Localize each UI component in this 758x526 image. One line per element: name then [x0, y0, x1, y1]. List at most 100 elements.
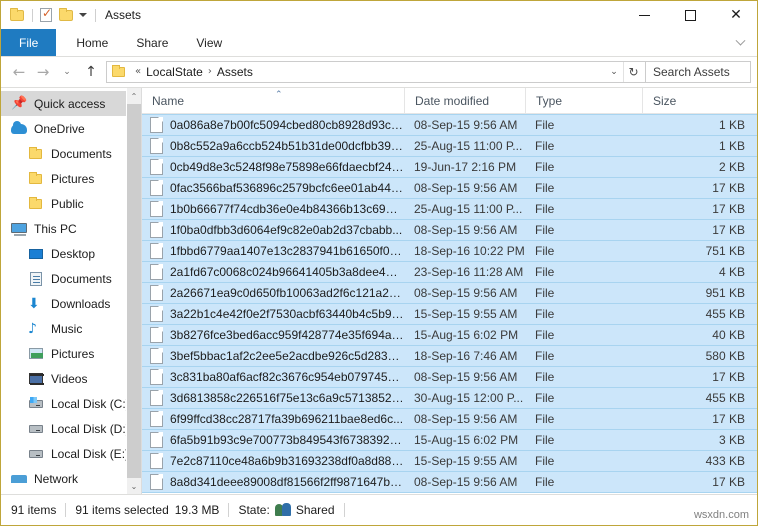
qat-divider	[32, 8, 33, 22]
breadcrumb-item-assets[interactable]: Assets	[217, 65, 253, 79]
tab-share[interactable]: Share	[122, 29, 182, 56]
close-button[interactable]: ✕	[713, 1, 757, 29]
breadcrumb-item-localstate[interactable]: LocalState	[146, 65, 203, 79]
nav-scroll-up-icon[interactable]: ⌃	[127, 88, 141, 104]
breadcrumb-overflow-icon[interactable]: «	[130, 66, 146, 77]
cell-size: 433 KB	[705, 454, 745, 468]
table-row[interactable]: 3a22b1c4e42f0e2f7530acbf63440b4c5b97... 1…	[142, 303, 757, 325]
sidebar-item-local-disk-d[interactable]: Local Disk (D:)	[1, 416, 141, 441]
table-row[interactable]: 8a8d341deee89008df81566f2ff9871647bd... 0…	[142, 471, 757, 493]
sidebar-item-videos[interactable]: Videos	[1, 366, 141, 391]
up-button[interactable]: ↑	[79, 60, 103, 84]
sidebar-item-documents[interactable]: Documents	[1, 266, 141, 291]
sidebar-item-label: Documents	[51, 146, 112, 161]
nav-scroll-down-icon[interactable]: ⌄	[127, 478, 141, 494]
sidebar-item-quick-access[interactable]: 📌 Quick access	[1, 91, 141, 116]
sidebar-item-public[interactable]: Public	[1, 191, 141, 216]
file-name: 0a086a8e7b00fc5094cbed80cb8928d93ca...	[170, 118, 404, 132]
recent-locations-button[interactable]: ⌄	[55, 60, 79, 84]
table-row[interactable]: 3c831ba80af6acf82c3676c954eb07974543... 0…	[142, 366, 757, 388]
cell-name: 0b8c552a9a6ccb524b51b31de00dcfbb394...	[142, 135, 404, 157]
desktop-icon	[28, 246, 45, 262]
sidebar-item-desktop[interactable]: Desktop	[1, 241, 141, 266]
folder-icon[interactable]	[8, 6, 26, 24]
navigation-scrollbar[interactable]: ⌃ ⌄	[126, 88, 141, 494]
table-row[interactable]: 7e2c87110ce48a6b9b31693238df0a8d884... 15…	[142, 450, 757, 472]
cell-size: 2 KB	[718, 160, 745, 174]
column-header-date-modified[interactable]: Date modified	[404, 88, 525, 114]
status-divider-3	[343, 503, 345, 517]
cell-date-modified: 18-Sep-16 7:46 AM	[414, 349, 518, 363]
cell-date-modified: 15-Aug-15 6:02 PM	[414, 328, 519, 342]
table-row[interactable]: 1b0b66677f74cdb36e0e4b84366b13c696b... 25…	[142, 198, 757, 220]
back-button[interactable]: ←	[7, 60, 31, 84]
table-row[interactable]: 0cb49d8e3c5248f98e75898e66fdaecbf247... 1…	[142, 156, 757, 178]
breadcrumb[interactable]: « LocalState › Assets ⌄ ↻	[106, 60, 646, 83]
sidebar-item-label: Pictures	[51, 171, 95, 186]
sidebar-item-label: OneDrive	[34, 121, 85, 136]
file-icon	[150, 243, 163, 259]
tab-view[interactable]: View	[182, 29, 236, 56]
table-row[interactable]: 0fac3566baf536896c2579bcfc6ee01ab443... 0…	[142, 177, 757, 199]
cell-date-modified: 25-Aug-15 11:00 P...	[414, 139, 523, 153]
tab-file[interactable]: File	[1, 29, 57, 56]
system-disk-icon	[28, 396, 45, 412]
breadcrumb-separator-icon[interactable]: ›	[203, 66, 217, 77]
cell-date-modified: 19-Jun-17 2:16 PM	[414, 160, 517, 174]
cell-type: File	[535, 454, 555, 468]
cell-size: 580 KB	[705, 349, 745, 363]
table-row[interactable]: 0b8c552a9a6ccb524b51b31de00dcfbb394... 25…	[142, 135, 757, 157]
column-header-size[interactable]: Size	[642, 88, 757, 114]
sidebar-item-downloads[interactable]: ⬇ Downloads	[1, 291, 141, 316]
table-row[interactable]: 0a086a8e7b00fc5094cbed80cb8928d93ca... 08…	[142, 114, 757, 136]
nav-scroll-thumb[interactable]	[127, 104, 141, 488]
status-bar: 91 items 91 items selected 19.3 MB State…	[1, 494, 757, 525]
table-row[interactable]: 2a26671ea9c0d650fb10063ad2f6c121a22d... 0…	[142, 282, 757, 304]
sidebar-item-pictures[interactable]: Pictures	[1, 166, 141, 191]
file-name: 3b8276fce3bed6acc959f428774e35f694a5...	[170, 328, 404, 342]
sidebar-item-local-disk-e[interactable]: Local Disk (E:)	[1, 441, 141, 466]
tab-home[interactable]: Home	[62, 29, 122, 56]
sidebar-item-label: Local Disk (C:)	[51, 396, 130, 411]
star-pin-icon: 📌	[11, 95, 28, 111]
table-row[interactable]: 1f0ba0dfbb3d6064ef9c82e0ab2d37cbabb... 08…	[142, 219, 757, 241]
title-bar: Assets ✕	[1, 1, 757, 29]
sidebar-item-music[interactable]: ♪ Music	[1, 316, 141, 341]
file-icon	[150, 222, 163, 238]
table-row[interactable]: 3bef5bbac1af2c2ee5e2acdbe926c5d2838... 18…	[142, 345, 757, 367]
properties-icon[interactable]	[37, 6, 55, 24]
file-icon	[150, 306, 163, 322]
address-dropdown-icon[interactable]: ⌄	[605, 62, 623, 82]
search-input[interactable]: Search Assets	[646, 60, 751, 83]
refresh-icon[interactable]: ↻	[623, 61, 643, 82]
sidebar-item-documents[interactable]: Documents	[1, 141, 141, 166]
status-item-count: 91 items	[11, 503, 57, 517]
file-name: 6f99ffcd38cc28717fa39b696211bae8ed6c...	[170, 412, 404, 426]
sidebar-item-onedrive[interactable]: OneDrive	[1, 116, 141, 141]
maximize-button[interactable]	[667, 1, 713, 29]
cell-size: 1 KB	[718, 139, 745, 153]
sidebar-item-local-disk-c[interactable]: Local Disk (C:)	[1, 391, 141, 416]
minimize-button[interactable]	[621, 1, 667, 29]
table-row[interactable]: 6f99ffcd38cc28717fa39b696211bae8ed6c... 0…	[142, 408, 757, 430]
cell-size: 1 KB	[718, 118, 745, 132]
cell-name: 2a1fd67c0068c024b96641405b3a8dee4e9...	[142, 261, 404, 283]
cell-size: 17 KB	[712, 370, 745, 384]
window-title: Assets	[105, 8, 142, 22]
sidebar-item-this-pc[interactable]: This PC	[1, 216, 141, 241]
table-row[interactable]: 6fa5b91b93c9e700773b849543f67383927c... 1…	[142, 429, 757, 451]
file-name: 2a26671ea9c0d650fb10063ad2f6c121a22d...	[170, 286, 404, 300]
table-row[interactable]: 3d6813858c226516f75e13c6a9c571385239... 3…	[142, 387, 757, 409]
customize-qat-caret-icon[interactable]	[77, 6, 90, 24]
table-row[interactable]: 3b8276fce3bed6acc959f428774e35f694a5... 1…	[142, 324, 757, 346]
table-row[interactable]: 2a1fd67c0068c024b96641405b3a8dee4e9... 23…	[142, 261, 757, 283]
table-row[interactable]: 1fbbd6779aa1407e13c2837941b61650f06f... 1…	[142, 240, 757, 262]
sidebar-item-pictures[interactable]: Pictures	[1, 341, 141, 366]
chevron-down-icon[interactable]	[729, 29, 751, 57]
column-header-type[interactable]: Type	[525, 88, 642, 114]
file-icon	[150, 285, 163, 301]
new-folder-icon[interactable]	[57, 6, 75, 24]
sidebar-item-network[interactable]: Network	[1, 466, 141, 491]
column-header-name[interactable]: Name	[142, 88, 404, 114]
forward-button[interactable]: →	[31, 60, 55, 84]
